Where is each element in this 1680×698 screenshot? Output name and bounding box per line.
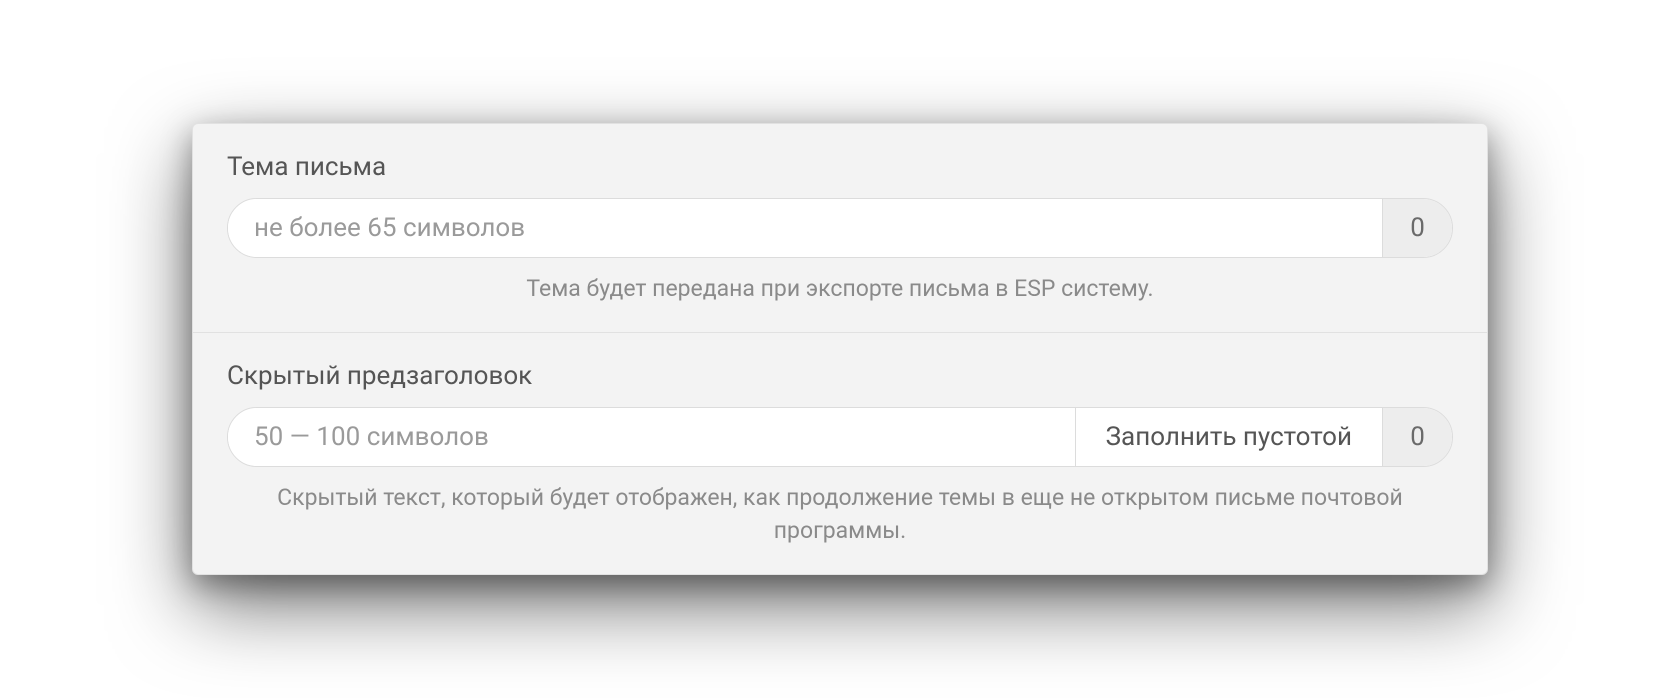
preheader-label: Скрытый предзаголовок <box>227 361 1453 391</box>
settings-panel: Тема письма 0 Тема будет передана при эк… <box>192 123 1488 574</box>
subject-section: Тема письма 0 Тема будет передана при эк… <box>193 124 1487 331</box>
subject-label: Тема письма <box>227 152 1453 182</box>
fill-empty-button[interactable]: Заполнить пустотой <box>1075 408 1382 466</box>
subject-char-count: 0 <box>1382 199 1452 257</box>
subject-row: 0 <box>227 198 1453 258</box>
preheader-row: Заполнить пустотой 0 <box>227 407 1453 467</box>
subject-hint: Тема будет передана при экспорте письма … <box>227 272 1453 305</box>
preheader-input[interactable] <box>228 408 1075 466</box>
preheader-char-count: 0 <box>1382 408 1452 466</box>
preheader-section: Скрытый предзаголовок Заполнить пустотой… <box>193 332 1487 574</box>
subject-input[interactable] <box>228 199 1382 257</box>
preheader-hint: Скрытый текст, который будет отображен, … <box>227 481 1453 548</box>
